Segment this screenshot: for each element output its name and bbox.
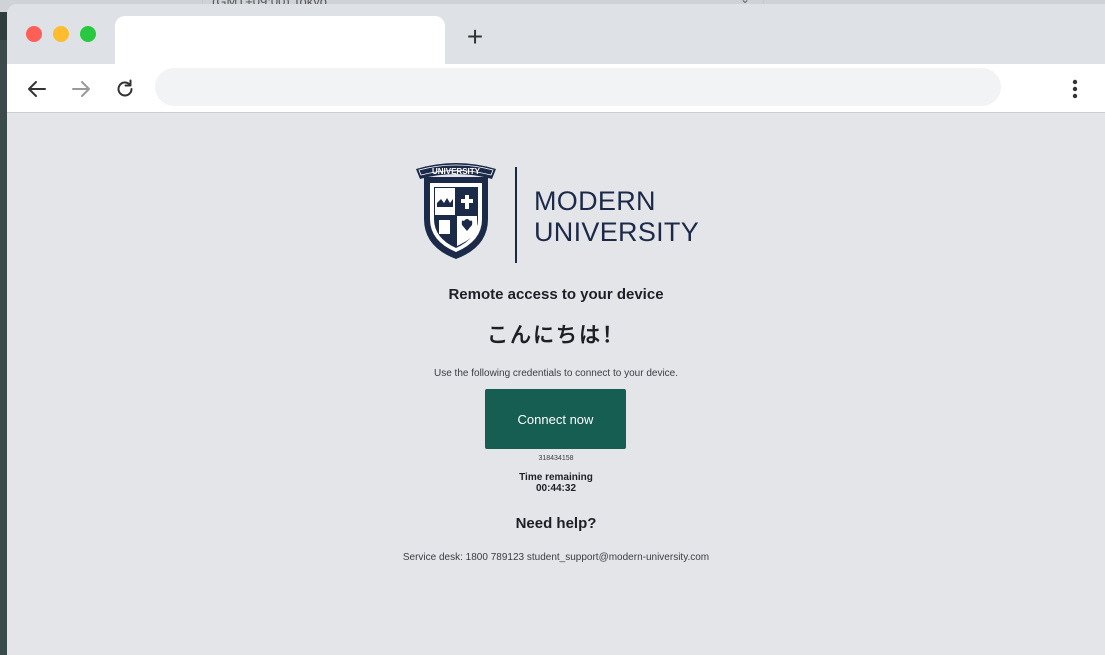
page-subtitle: Remote access to your device (448, 286, 664, 303)
kebab-menu-icon (1072, 79, 1078, 99)
maximize-window-button[interactable] (80, 26, 96, 42)
instructions-text: Use the following credentials to connect… (433, 368, 679, 379)
need-help-heading: Need help? (515, 515, 597, 532)
arrow-right-icon (72, 81, 90, 97)
browser-toolbar (7, 64, 1105, 113)
logo-divider (515, 167, 517, 263)
reload-button[interactable] (112, 76, 138, 102)
crest-banner-text: UNIVERSITY (432, 167, 481, 176)
university-name-line2: UNIVERSITY (534, 217, 700, 247)
minimize-window-button[interactable] (53, 26, 69, 42)
university-name-line1: MODERN (534, 186, 656, 216)
reload-icon (117, 79, 133, 97)
time-remaining-value: 00:44:32 (535, 483, 577, 494)
greeting-heading: こんにちは！ (487, 323, 625, 347)
time-remaining-label: Time remaining (519, 472, 593, 483)
close-window-button[interactable] (26, 26, 42, 42)
service-desk-text: Service desk: 1800 789123 student_suppor… (402, 552, 710, 563)
page-content: UNIVERSITY MODERN UNIVERSITY Remote acce… (7, 113, 1105, 655)
connect-now-button[interactable]: Connect now (485, 389, 626, 449)
back-button[interactable] (24, 76, 50, 102)
tab-bar: + (7, 4, 1105, 64)
university-logo: UNIVERSITY MODERN UNIVERSITY (414, 159, 704, 269)
university-crest-icon: UNIVERSITY (416, 163, 496, 259)
address-bar[interactable] (155, 68, 1001, 106)
new-tab-button[interactable]: + (462, 22, 488, 52)
access-code: 318434158 (538, 455, 574, 462)
forward-button[interactable] (68, 76, 94, 102)
active-tab[interactable] (115, 16, 445, 64)
browser-menu-button[interactable] (1065, 76, 1085, 102)
university-name: MODERN UNIVERSITY (534, 186, 699, 248)
arrow-left-icon (28, 81, 46, 97)
browser-window: + UNIVERSITY MODERN UNIVERSITY Remote ac… (7, 4, 1105, 655)
